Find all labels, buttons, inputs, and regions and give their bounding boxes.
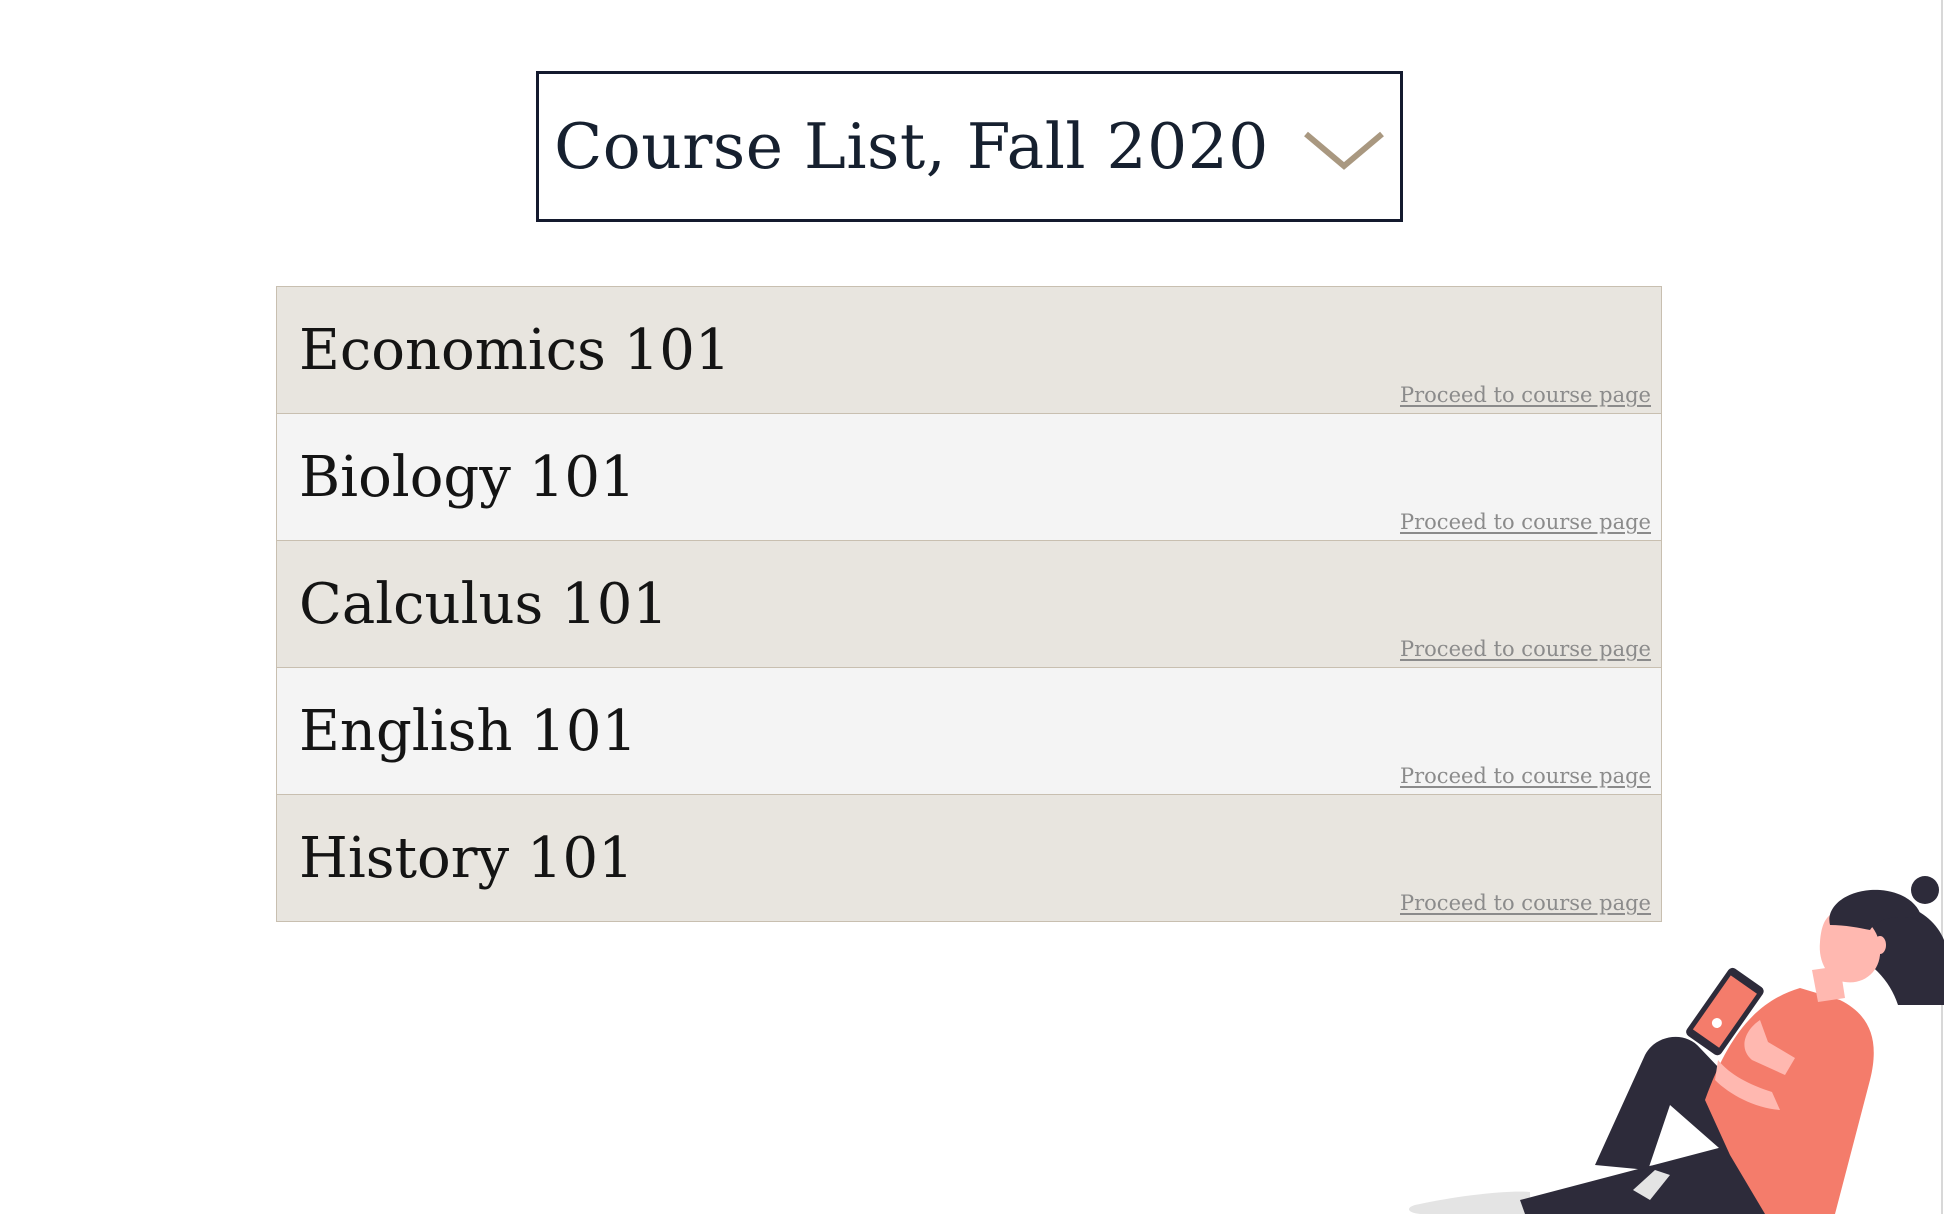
course-row-economics[interactable]: Economics 101 Proceed to course page	[276, 286, 1662, 414]
course-name: Calculus 101	[299, 572, 668, 637]
proceed-to-course-link[interactable]: Proceed to course page	[1400, 383, 1651, 407]
course-row-calculus[interactable]: Calculus 101 Proceed to course page	[276, 541, 1662, 668]
course-list-dropdown[interactable]: Course List, Fall 2020	[536, 71, 1403, 222]
course-name: English 101	[299, 699, 638, 764]
course-list: Economics 101 Proceed to course page Bio…	[276, 286, 1662, 922]
proceed-to-course-link[interactable]: Proceed to course page	[1400, 637, 1651, 661]
proceed-to-course-link[interactable]: Proceed to course page	[1400, 510, 1651, 534]
woman-reading-phone-illustration	[1400, 870, 1944, 1214]
course-name: Economics 101	[299, 318, 731, 383]
chevron-down-icon[interactable]	[1303, 129, 1385, 171]
dropdown-title: Course List, Fall 2020	[554, 110, 1269, 183]
course-name: History 101	[299, 826, 634, 891]
course-name: Biology 101	[299, 445, 636, 510]
proceed-to-course-link[interactable]: Proceed to course page	[1400, 764, 1651, 788]
course-row-biology[interactable]: Biology 101 Proceed to course page	[276, 414, 1662, 541]
course-row-english[interactable]: English 101 Proceed to course page	[276, 668, 1662, 795]
